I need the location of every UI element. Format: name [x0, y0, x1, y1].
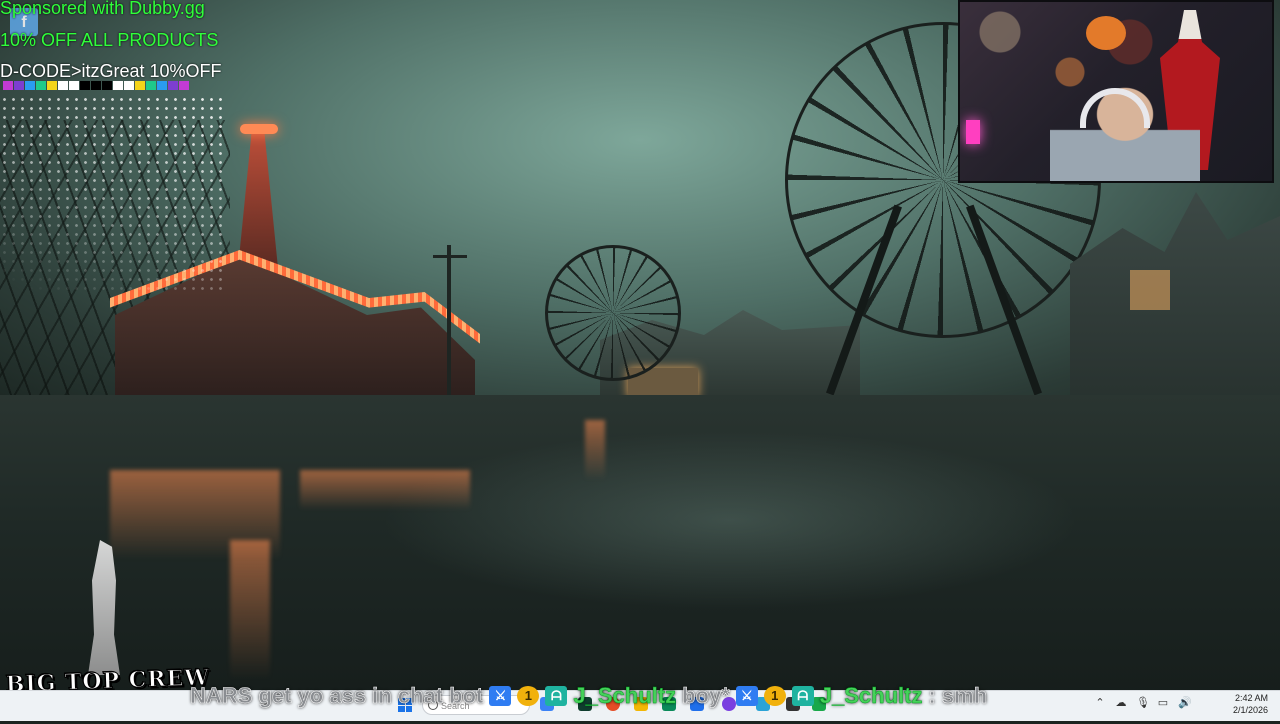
color-swatch	[113, 81, 123, 90]
house-window-light	[1130, 270, 1170, 310]
color-swatch	[135, 81, 145, 90]
utility-pole	[447, 245, 451, 395]
sponsor-text: Sponsored with Dubby.gg	[0, 0, 205, 18]
pumpkin-decoration	[1086, 16, 1126, 50]
sponsor-discount-text: 10% OFF ALL PRODUCTS	[0, 30, 219, 50]
light-reflection	[300, 470, 470, 510]
color-swatch	[146, 81, 156, 90]
color-swatch	[80, 81, 90, 90]
cloud-icon[interactable]: ☁	[1115, 696, 1127, 709]
dot-pattern-overlay	[0, 95, 225, 295]
chat-message: boy*	[682, 683, 730, 709]
chat-message: NARS get yo ass in chat bot	[190, 683, 484, 709]
color-swatch	[124, 81, 134, 90]
utility-pole-crossbar	[433, 255, 467, 258]
color-swatch	[91, 81, 101, 90]
clock-date: 2/1/2026	[1232, 705, 1268, 715]
chat-message: : smh	[928, 683, 988, 709]
chat-username: J_Schultz	[573, 683, 677, 708]
chat-username: J_Schultz	[819, 683, 923, 708]
chevron-up-icon[interactable]: ⌃	[1094, 696, 1106, 709]
broadcaster-badge-icon: ⚔	[489, 686, 512, 706]
pink-lamp	[966, 120, 980, 144]
network-icon[interactable]: ▭	[1157, 696, 1169, 709]
chat-ticker: NARS get yo ass in chat bot ⚔ 1 ᗩ J_Schu…	[190, 683, 988, 709]
gift-badge-icon: 1	[517, 686, 540, 706]
color-swatch	[47, 81, 57, 90]
broadcaster-badge-icon: ⚔	[735, 686, 758, 706]
subscriber-badge-icon: ᗩ	[791, 686, 814, 706]
small-ferris-wheel	[545, 245, 681, 381]
gift-badge-icon: 1	[763, 686, 786, 706]
color-swatch	[168, 81, 178, 90]
color-swatch	[102, 81, 112, 90]
water-reflection	[380, 430, 1080, 610]
color-swatch	[58, 81, 68, 90]
sponsor-code-text: D-CODE>itzGreat 10%OFF	[0, 61, 222, 81]
taskbar-clock[interactable]: 2:42 AM 2/1/2026	[1233, 692, 1268, 716]
color-swatch	[14, 81, 24, 90]
light-reflection	[230, 540, 270, 680]
color-swatch	[25, 81, 35, 90]
clock-time: 2:42 AM	[1234, 693, 1268, 703]
microphone-icon[interactable]: 🎙	[1136, 696, 1150, 709]
system-tray: ⌃ ☁ 🎙 ▭ 🔊	[1094, 696, 1192, 709]
volume-icon[interactable]: 🔊	[1178, 696, 1192, 709]
light-reflection	[585, 420, 605, 480]
color-swatch	[36, 81, 46, 90]
color-swatch	[3, 81, 13, 90]
subscriber-badge-icon: ᗩ	[545, 686, 568, 706]
color-swatch-strip	[3, 81, 189, 90]
color-swatch	[157, 81, 167, 90]
color-swatch	[69, 81, 79, 90]
color-swatch	[179, 81, 189, 90]
ride-tower-lights	[240, 124, 278, 134]
webcam-feed	[958, 0, 1274, 183]
